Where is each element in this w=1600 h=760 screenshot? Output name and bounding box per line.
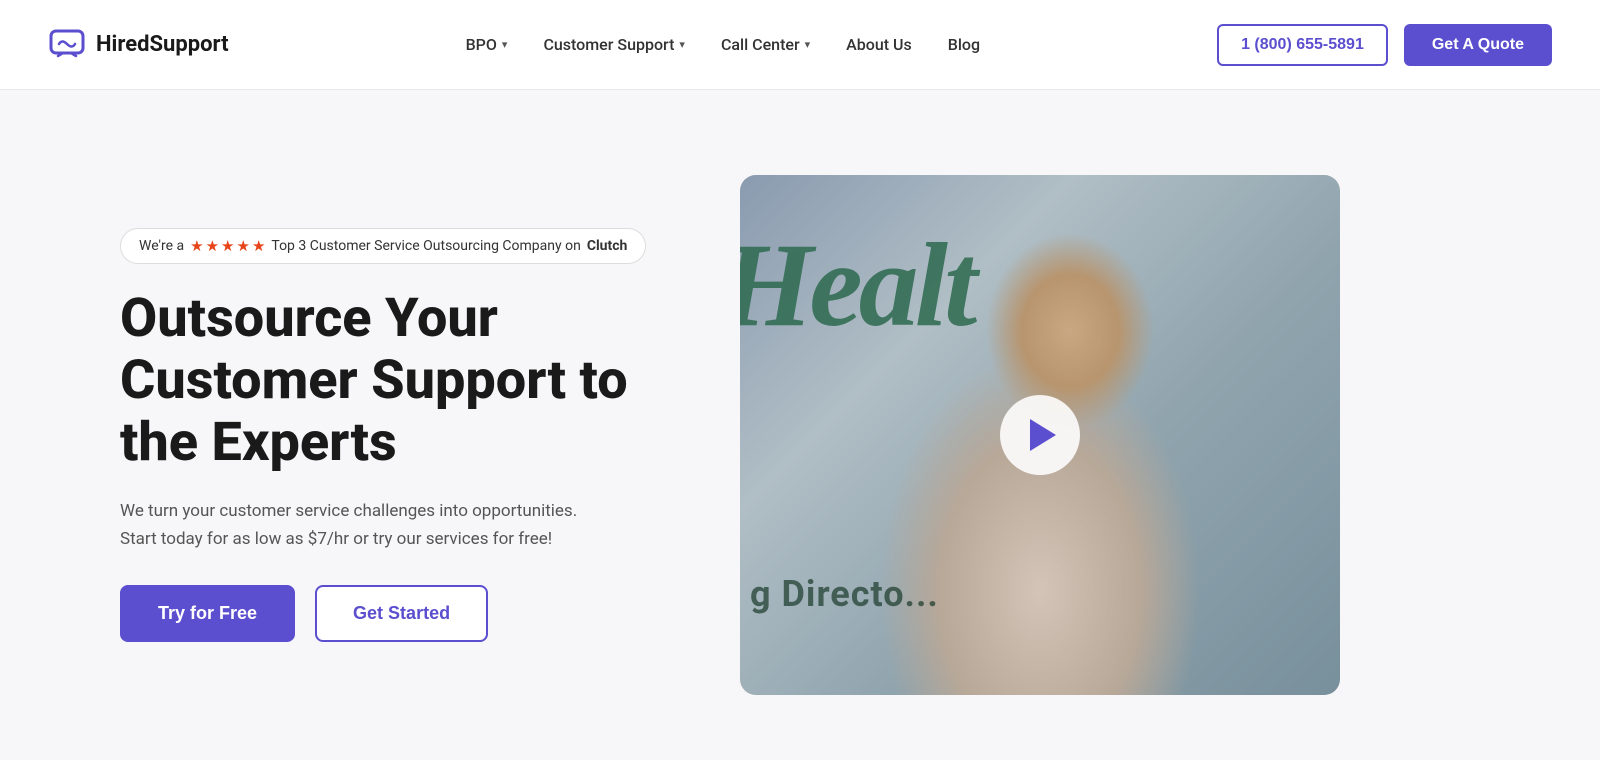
hero-video[interactable]: Healt g Directo... [740,175,1340,695]
nav-about-us[interactable]: About Us [846,35,912,54]
play-button[interactable] [1000,395,1080,475]
badge-prefix: We're a [139,238,184,254]
get-started-button[interactable]: Get Started [315,585,488,642]
get-quote-button[interactable]: Get A Quote [1404,24,1552,66]
try-for-free-button[interactable]: Try for Free [120,585,295,642]
chevron-down-icon: ▾ [679,38,685,51]
chevron-down-icon: ▾ [502,38,508,51]
badge-brand: Clutch [587,238,628,254]
nav-customer-support[interactable]: Customer Support ▾ [543,35,685,54]
chevron-down-icon: ▾ [805,38,811,51]
play-icon [1030,419,1056,451]
nav-blog[interactable]: Blog [948,35,980,54]
star-4: ★ [236,237,249,255]
site-header: HiredSupport BPO ▾ Customer Support ▾ Ca… [0,0,1600,90]
video-caption: g Directo... [750,573,939,615]
phone-button[interactable]: 1 (800) 655-5891 [1217,24,1388,66]
hero-subtitle: We turn your customer service challenges… [120,498,580,552]
star-3: ★ [221,237,234,255]
header-actions: 1 (800) 655-5891 Get A Quote [1217,24,1552,66]
clutch-badge: We're a ★ ★ ★ ★ ★ Top 3 Customer Service… [120,228,646,264]
nav-bpo[interactable]: BPO ▾ [466,35,508,54]
logo-text: HiredSupport [96,32,229,57]
main-nav: BPO ▾ Customer Support ▾ Call Center ▾ A… [466,35,981,54]
star-1: ★ [190,237,203,255]
star-rating: ★ ★ ★ ★ ★ [190,237,265,255]
hero-buttons: Try for Free Get Started [120,585,680,642]
badge-suffix: Top 3 Customer Service Outsourcing Compa… [271,238,580,254]
hero-content: We're a ★ ★ ★ ★ ★ Top 3 Customer Service… [120,228,680,642]
hero-title: Outsource Your Customer Support to the E… [120,288,680,474]
star-5: ★ [252,237,265,255]
hero-section: We're a ★ ★ ★ ★ ★ Top 3 Customer Service… [0,90,1600,760]
nav-call-center[interactable]: Call Center ▾ [721,35,810,54]
logo[interactable]: HiredSupport [48,26,229,64]
logo-icon [48,26,86,64]
star-2: ★ [206,237,219,255]
